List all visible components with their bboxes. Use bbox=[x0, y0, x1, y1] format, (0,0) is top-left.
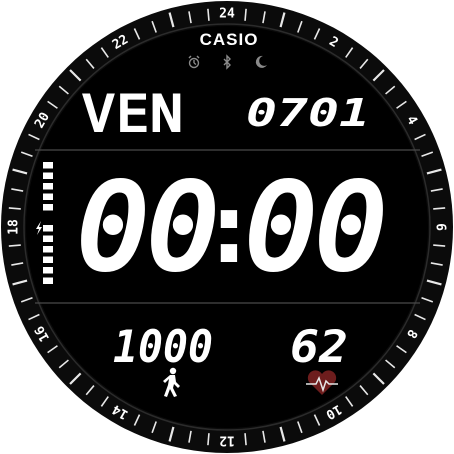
battery-segment bbox=[43, 267, 53, 274]
steps-value: 1000 bbox=[113, 322, 213, 373]
bezel-tick bbox=[207, 433, 210, 446]
time-hours: 00 bbox=[78, 158, 218, 296]
bezel-tick bbox=[433, 244, 446, 247]
bezel-tick bbox=[244, 433, 247, 446]
bezel-number: 18 bbox=[7, 219, 22, 235]
bezel-number: 24 bbox=[219, 7, 235, 22]
battery-segment bbox=[43, 183, 53, 190]
heart-rate-value: 62 bbox=[290, 322, 348, 373]
bezel-number: 12 bbox=[219, 433, 235, 448]
month-day-label: 0701 bbox=[246, 91, 370, 135]
battery-segment bbox=[43, 256, 53, 263]
brand-logo: CASIO bbox=[200, 30, 259, 49]
battery-segment bbox=[43, 172, 53, 179]
watch-face: 24246810121416182022 CASIO VEN 0701 00 :… bbox=[1, 1, 453, 453]
bezel-tick bbox=[433, 207, 446, 210]
time-minutes: 00 bbox=[246, 158, 386, 296]
bezel-tick bbox=[207, 8, 210, 21]
bezel-tick bbox=[8, 207, 21, 210]
battery-segment bbox=[43, 246, 53, 253]
battery-segment bbox=[43, 162, 53, 169]
bezel-number: 6 bbox=[433, 223, 448, 231]
bezel-tick bbox=[244, 8, 247, 21]
battery-segment bbox=[43, 204, 53, 211]
battery-segment bbox=[43, 225, 53, 232]
battery-segment bbox=[43, 193, 53, 200]
battery-segment bbox=[43, 235, 53, 242]
battery-segment bbox=[43, 277, 53, 284]
bezel-tick bbox=[8, 244, 21, 247]
weekday-label: VEN bbox=[82, 85, 184, 143]
